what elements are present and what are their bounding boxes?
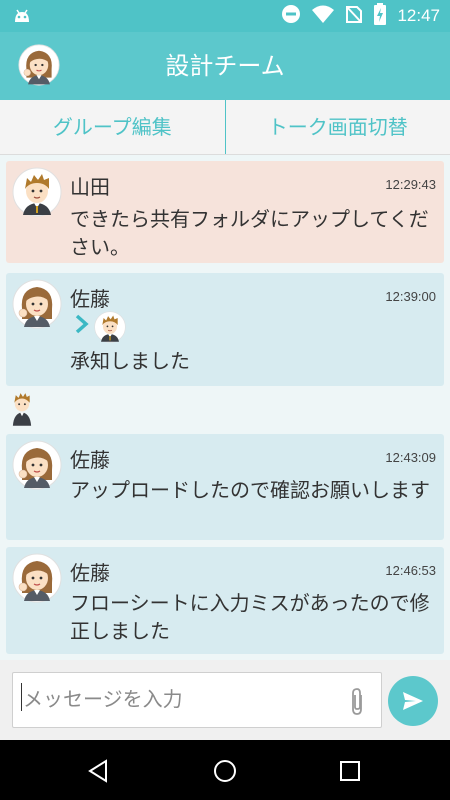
message-input[interactable]: メッセージを入力 <box>12 672 382 728</box>
status-bar: 12:47 <box>0 0 450 32</box>
recents-icon[interactable] <box>337 758 363 784</box>
tab-bar: グループ編集 トーク画面切替 <box>0 100 450 155</box>
app-bar: 設計チーム <box>0 32 450 100</box>
message-item[interactable]: 佐藤 12:39:00 承知しました <box>6 273 444 386</box>
message-time: 12:29:43 <box>385 177 436 192</box>
back-icon[interactable] <box>86 758 112 784</box>
home-icon[interactable] <box>212 758 238 784</box>
sender-name: 佐藤 <box>70 561 110 585</box>
message-text: できたら共有フォルダにアップしてください。 <box>70 207 429 259</box>
read-receipt-avatar <box>12 393 32 426</box>
message-input-placeholder: メッセージを入力 <box>23 687 183 711</box>
message-time: 12:39:00 <box>385 289 436 304</box>
send-button[interactable] <box>388 676 438 726</box>
chat-list[interactable]: 山田 12:29:43 できたら共有フォルダにアップしてください。 佐藤 12:… <box>0 155 450 660</box>
message-text: 承知しました <box>70 349 190 373</box>
page-title: 設計チーム <box>165 52 285 80</box>
status-time: 12:47 <box>397 6 440 25</box>
send-icon <box>403 692 423 710</box>
do-not-disturb-icon <box>281 4 301 28</box>
sender-avatar <box>12 167 62 217</box>
text-cursor <box>21 683 22 711</box>
chevron-right-icon <box>75 314 89 334</box>
composer: メッセージを入力 <box>0 660 450 740</box>
no-sim-icon <box>345 4 363 28</box>
tab-group-edit[interactable]: グループ編集 <box>0 100 225 154</box>
paperclip-icon[interactable] <box>349 687 367 717</box>
sender-name: 佐藤 <box>70 448 110 472</box>
sender-avatar <box>12 279 62 329</box>
sender-name: 山田 <box>70 175 110 199</box>
sender-name: 佐藤 <box>70 287 110 311</box>
system-nav-bar <box>0 740 450 800</box>
message-item[interactable]: 山田 12:29:43 できたら共有フォルダにアップしてください。 <box>6 161 444 263</box>
battery-charging-icon <box>373 3 387 29</box>
message-time: 12:43:09 <box>385 450 436 465</box>
message-item[interactable]: 佐藤 12:46:53 フローシートに入力ミスがあったので修正しました <box>6 547 444 654</box>
message-text: アップロードしたので確認お願いします <box>70 478 430 502</box>
android-icon <box>12 6 32 30</box>
wifi-icon <box>311 4 335 28</box>
message-time: 12:46:53 <box>385 563 436 578</box>
sender-avatar <box>12 440 62 490</box>
reply-target-avatar[interactable] <box>94 311 126 343</box>
tab-switch-talk-view[interactable]: トーク画面切替 <box>226 100 450 154</box>
sender-avatar <box>12 553 62 603</box>
message-text: フローシートに入力ミスがあったので修正しました <box>70 591 430 643</box>
message-item[interactable]: 佐藤 12:43:09 アップロードしたので確認お願いします <box>6 434 444 540</box>
